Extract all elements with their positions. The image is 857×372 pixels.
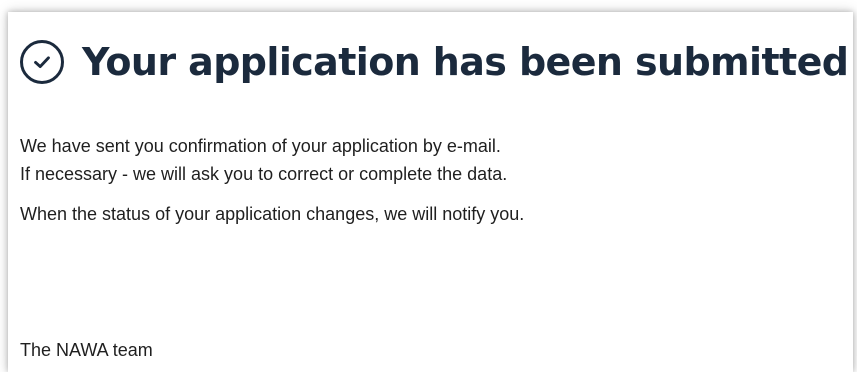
team-signature: The NAWA team [20, 340, 153, 360]
check-circle-icon [20, 40, 64, 84]
page-title: Your application has been submitted [82, 40, 849, 84]
confirmation-message-email: We have sent you confirmation of your ap… [20, 136, 501, 156]
confirmation-card: Your application has been submitted We h… [8, 12, 853, 372]
status-notification-message: When the status of your application chan… [20, 204, 525, 224]
confirmation-header: Your application has been submitted [20, 30, 849, 94]
checkmark-icon [34, 56, 50, 69]
confirmation-message-correction: If necessary - we will ask you to correc… [20, 164, 508, 184]
